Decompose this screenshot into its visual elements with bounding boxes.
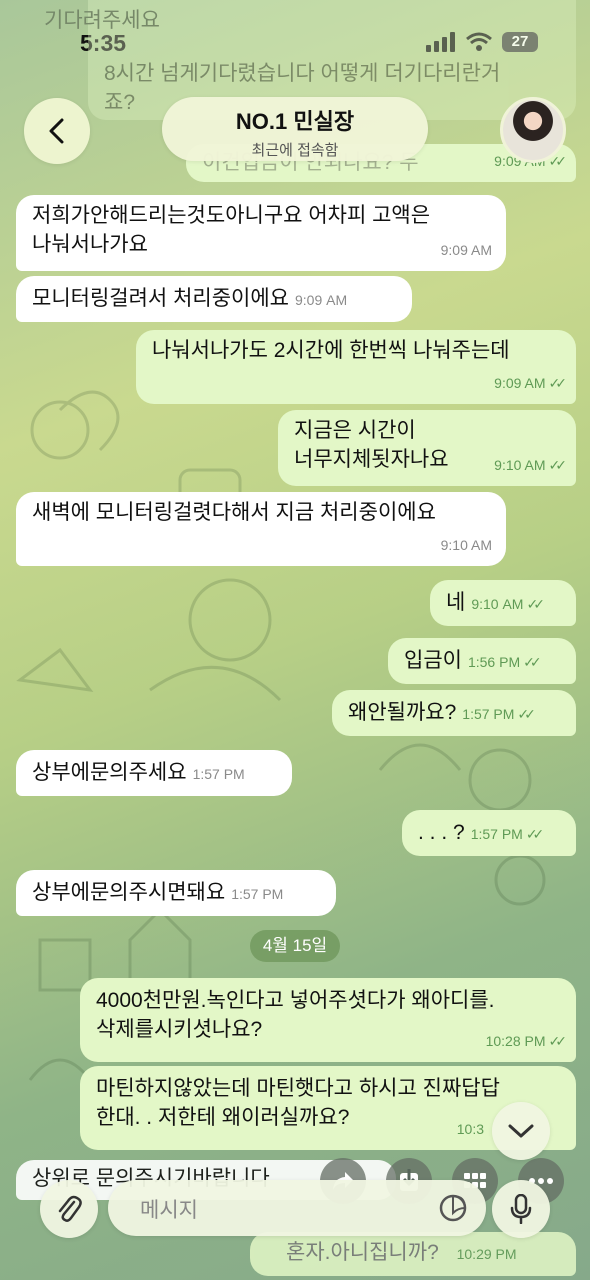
message-bubble[interactable]: 상부에문의주세요 1:57 PM [16, 750, 292, 796]
double-check-icon: ✓✓ [526, 596, 545, 612]
chevron-down-icon [508, 1124, 534, 1138]
message-line: 저희가안해드리는것도아니구요 어차피 고액은 [32, 204, 431, 227]
attach-button[interactable] [40, 1180, 98, 1238]
message-bubble[interactable]: 지금은 시간이 너무지체됫자나요 9:10 AM ✓✓ [278, 410, 576, 486]
date-divider: 4월 15일 [250, 930, 340, 962]
message-time: 10:29 PM [456, 1246, 517, 1262]
microphone-icon [510, 1194, 532, 1224]
double-check-icon: ✓✓ [523, 654, 542, 670]
double-check-icon: ✓✓ [548, 457, 568, 473]
message-bubble[interactable]: 나눠서나가도 2시간에 한번씩 나눠주는데 9:09 AM ✓✓ [136, 330, 576, 404]
chat-title[interactable]: NO.1 민실장 최근에 접속함 [162, 97, 428, 161]
message-text: 네 [446, 591, 466, 614]
sticker-icon[interactable] [438, 1193, 468, 1223]
message-time: 10:28 PM ✓✓ [485, 1027, 568, 1056]
message-time-text: 10:3 [456, 1121, 484, 1137]
message-time: 9:09 AM [295, 292, 348, 308]
message-line: 나눠서나가도 2시간에 한번씩 나눠주는데 [152, 339, 510, 362]
message-text: . . . ? [418, 821, 465, 844]
double-check-icon: ✓✓ [517, 706, 536, 722]
message-bubble[interactable]: 네 9:10 AM ✓✓ [430, 580, 576, 626]
message-line: 4000천만원.녹인다고 넣어주셧다가 왜아디를. [96, 989, 495, 1012]
message-text: 모니터링걸려서 처리중이에요 [32, 287, 289, 310]
message-time-text: 9:10 AM [494, 457, 546, 473]
paperclip-icon [58, 1195, 82, 1222]
message-time-text: 10:28 PM [485, 1033, 546, 1049]
avatar[interactable] [500, 97, 566, 163]
message-line: 나눠서나가요 [32, 233, 148, 256]
double-check-icon: ✓✓ [548, 1033, 568, 1049]
chevron-left-icon [49, 118, 64, 144]
message-line: 새벽에 모니터링걸렷다해서 지금 처리중이에요 [32, 501, 436, 524]
message-input-placeholder: 메시지 [140, 1199, 198, 1222]
message-bubble[interactable]: 입금이 1:56 PM ✓✓ [388, 638, 576, 684]
scroll-down-button[interactable] [492, 1102, 550, 1160]
message-time: 1:57 PM [231, 886, 284, 902]
message-text: 상부에문의주세요 [32, 761, 187, 784]
last-seen-status: 최근에 접속함 [251, 142, 339, 159]
message-line: 한대. . 저한테 왜이러실까요? [96, 1106, 350, 1129]
message-bubble[interactable]: 4000천만원.녹인다고 넣어주셧다가 왜아디를. 삭제를시키셧나요? 10:2… [80, 978, 576, 1062]
message-time: 10:3 [457, 1115, 484, 1144]
message-time: 1:57 PM ✓✓ [470, 826, 545, 842]
ghost-line: 8시간 넘게기다렸습니다 어떻게 더기다리란거 [104, 62, 501, 85]
message-time: 1:56 PM ✓✓ [467, 654, 542, 670]
message-time-text: 1:57 PM [470, 826, 523, 842]
voice-record-button[interactable] [492, 1180, 550, 1238]
message-text: 입금이 [404, 649, 462, 672]
message-time: 1:57 PM ✓✓ [462, 706, 536, 722]
message-text: 혼자.아니집니까? [286, 1241, 439, 1264]
message-time: 9:09 AM ✓✓ [494, 369, 568, 398]
message-line: 지금은 시간이 [294, 419, 416, 442]
message-bubble[interactable]: 모니터링걸려서 처리중이에요 9:09 AM [16, 276, 412, 322]
message-bubble[interactable]: 저희가안해드리는것도아니구요 어차피 고액은 나눠서나가요 9:09 AM [16, 195, 506, 271]
message-bubble[interactable]: 혼자.아니집니까? 10:29 PM [250, 1232, 576, 1276]
message-time: 9:10 AM ✓✓ [494, 451, 568, 480]
message-text: 왜안될까요? [348, 701, 457, 724]
message-bubble[interactable]: 상부에문의주시면돼요 1:57 PM [16, 870, 336, 916]
message-line: 마틴하지않았는데 마틴햇다고 하시고 진짜답답 [96, 1077, 500, 1100]
message-time-text: 1:57 PM [462, 706, 515, 722]
message-time-text: 1:56 PM [467, 654, 521, 670]
message-time: 9:10 AM ✓✓ [471, 596, 545, 612]
ghost-line: 기다려주세요 [44, 9, 160, 32]
message-input[interactable]: 메시지 [108, 1180, 486, 1236]
message-bubble[interactable]: . . . ? 1:57 PM ✓✓ [402, 810, 576, 856]
message-time: 9:09 AM [440, 242, 492, 258]
message-time: 9:10 AM [440, 537, 492, 553]
message-bubble[interactable]: 새벽에 모니터링걸렷다해서 지금 처리중이에요 9:10 AM [16, 492, 506, 566]
message-time-text: 9:09 AM [494, 375, 546, 391]
double-check-icon: ✓✓ [525, 826, 545, 842]
message-bubble[interactable]: 왜안될까요? 1:57 PM ✓✓ [332, 690, 576, 736]
back-button[interactable] [24, 98, 90, 164]
message-time-text: 9:10 AM [471, 596, 524, 612]
contact-name: NO.1 민실장 [235, 109, 355, 134]
message-text: 상부에문의주시면돼요 [32, 881, 226, 904]
double-check-icon: ✓✓ [548, 375, 568, 391]
message-time: 1:57 PM [192, 766, 245, 782]
